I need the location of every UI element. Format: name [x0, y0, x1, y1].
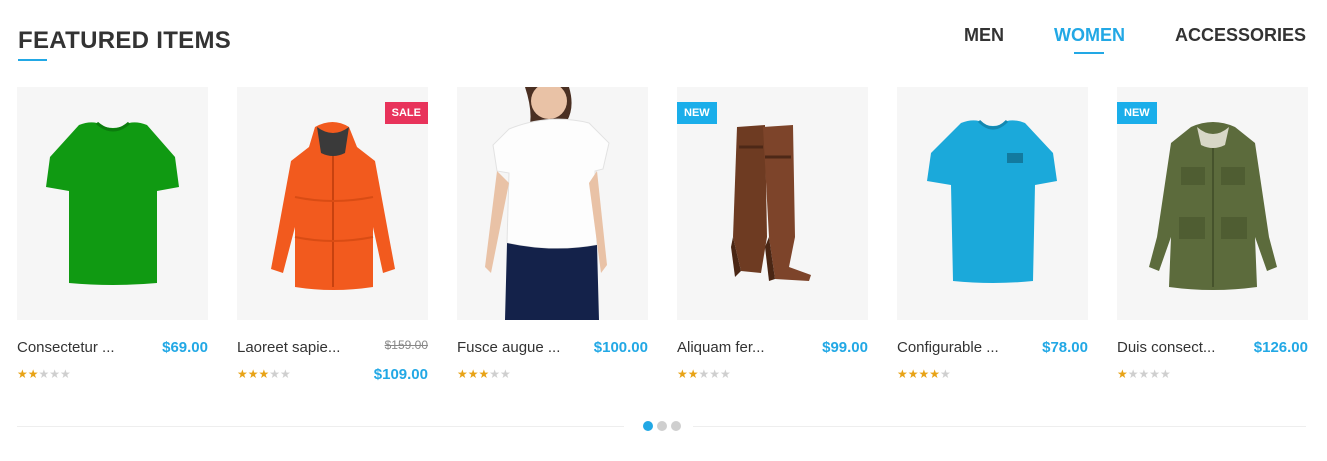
section-header: FEATURED ITEMS MEN WOMEN ACCESSORIES: [0, 0, 1327, 80]
tab-women[interactable]: WOMEN: [1053, 25, 1125, 54]
pager-dot-1[interactable]: [643, 421, 653, 431]
rating-stars: ★★★★★: [17, 367, 71, 381]
product-carousel: Consectetur ... $69.00 ★★★★★ SALE Laoree…: [17, 87, 1308, 383]
section-title: FEATURED ITEMS: [18, 27, 232, 54]
blue-tshirt-image: [927, 119, 1057, 283]
product-image[interactable]: NEW: [1117, 87, 1308, 320]
star-icon: ★★★: [237, 367, 270, 381]
rating-stars: ★★★★★: [237, 367, 291, 381]
product-name[interactable]: Aliquam fer...: [677, 339, 765, 356]
tab-label: WOMEN: [1053, 25, 1125, 45]
product-price: $69.00: [162, 339, 208, 356]
star-empty-icon: ★★★: [698, 367, 731, 381]
divider-line-right: [693, 426, 1306, 427]
carousel-pager: [643, 421, 681, 431]
star-empty-icon: ★: [940, 367, 951, 381]
tab-men[interactable]: MEN: [964, 25, 1004, 46]
product-name[interactable]: Laoreet sapie...: [237, 339, 340, 356]
rating-stars: ★★★★★: [457, 367, 511, 381]
product-image[interactable]: SALE: [237, 87, 428, 320]
product-name[interactable]: Consectetur ...: [17, 339, 115, 356]
product-card[interactable]: NEW Aliquam fer... $99.00 ★★★★★: [677, 87, 868, 381]
title-underline: [18, 59, 47, 61]
product-price: $78.00: [1042, 339, 1088, 356]
pager-dot-2[interactable]: [657, 421, 667, 431]
rating-stars: ★★★★★: [1117, 367, 1171, 381]
product-name[interactable]: Duis consect...: [1117, 339, 1215, 356]
star-empty-icon: ★★★: [38, 367, 71, 381]
star-empty-icon: ★★★★: [1127, 367, 1171, 381]
product-card[interactable]: Consectetur ... $69.00 ★★★★★: [17, 87, 208, 381]
green-tshirt-image: [46, 121, 179, 285]
product-price: $109.00: [373, 366, 428, 383]
star-empty-icon: ★★: [269, 367, 291, 381]
product-card[interactable]: Fusce augue ... $100.00 ★★★★★: [457, 87, 648, 381]
star-empty-icon: ★★: [489, 367, 511, 381]
product-price: $126.00: [1253, 339, 1308, 356]
star-icon: ★★: [677, 367, 699, 381]
product-old-price: $159.00: [384, 338, 428, 352]
product-name[interactable]: Configurable ...: [897, 339, 999, 356]
new-badge: NEW: [677, 102, 717, 124]
product-image[interactable]: [457, 87, 648, 320]
product-card[interactable]: SALE Laoreet sapie... $159.00 $109.00 ★★…: [237, 87, 428, 383]
product-name[interactable]: Fusce augue ...: [457, 339, 560, 356]
pager-dot-3[interactable]: [671, 421, 681, 431]
rating-stars: ★★★★★: [897, 367, 951, 381]
rating-stars: ★★★★★: [677, 367, 731, 381]
tab-label: ACCESSORIES: [1174, 25, 1306, 45]
product-card[interactable]: Configurable ... $78.00 ★★★★★: [897, 87, 1088, 381]
product-card[interactable]: NEW Duis consect... $126.00 ★★★★★: [1117, 87, 1308, 381]
star-icon: ★★★: [457, 367, 490, 381]
category-tabs: MEN WOMEN ACCESSORIES: [964, 25, 1306, 54]
white-tshirt-model-image: [485, 87, 610, 320]
tab-active-indicator: [1074, 52, 1105, 54]
star-icon: ★★: [17, 367, 39, 381]
star-icon: ★: [1117, 367, 1128, 381]
new-badge: NEW: [1117, 102, 1157, 124]
product-image[interactable]: [17, 87, 208, 320]
sale-badge: SALE: [384, 102, 428, 124]
product-image[interactable]: NEW: [677, 87, 868, 320]
tab-label: MEN: [963, 25, 1004, 45]
product-price: $100.00: [593, 339, 648, 356]
divider-line-left: [17, 426, 624, 427]
product-price: $99.00: [822, 339, 868, 356]
tab-accessories[interactable]: ACCESSORIES: [1175, 25, 1306, 46]
product-image[interactable]: [897, 87, 1088, 320]
star-icon: ★★★★: [897, 367, 941, 381]
